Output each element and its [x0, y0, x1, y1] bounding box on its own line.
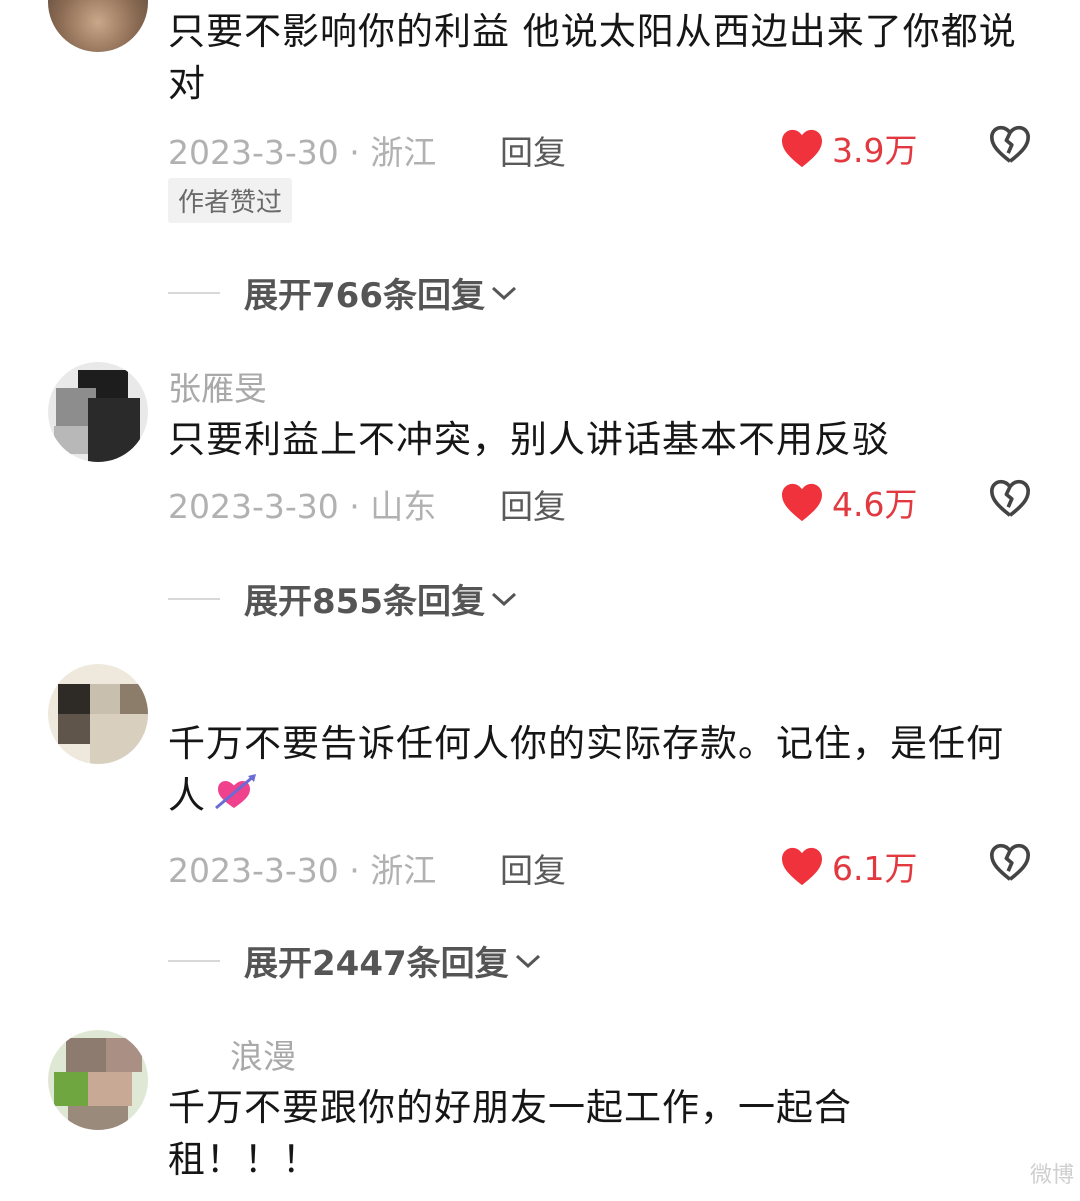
comment-text: 只要不影响你的利益 他说太阳从西边出来了你都说对	[168, 10, 1017, 105]
chevron-down-icon	[491, 592, 516, 606]
expand-replies-button[interactable]: 展开766条回复	[168, 268, 519, 317]
comment-meta: 2023-3-30 · 山东	[168, 487, 437, 526]
reply-button[interactable]: 回复	[500, 126, 566, 174]
heart-icon	[782, 129, 822, 168]
like-button[interactable]: 4.6万	[780, 478, 917, 526]
heart-with-arrow-emoji	[212, 772, 258, 812]
divider-line	[168, 597, 220, 600]
comment-list: 只要不影响你的利益 他说太阳从西边出来了你都说对 2023-3-30 · 浙江 …	[0, 0, 1080, 1201]
comment-text-body: 千万不要告诉任何人你的实际存款。记住，是任何人	[168, 722, 1004, 817]
heart-icon	[782, 483, 822, 522]
heart-icon	[782, 847, 822, 886]
like-count: 4.6万	[832, 485, 918, 524]
username[interactable]: 浪漫	[230, 1030, 296, 1078]
dislike-button[interactable]	[988, 124, 1032, 168]
comment-meta: 2023-3-30 · 浙江	[168, 851, 437, 890]
watermark: 微博	[1029, 1163, 1074, 1188]
avatar[interactable]	[48, 362, 148, 462]
author-liked-badge: 作者赞过	[168, 178, 293, 223]
broken-heart-icon	[989, 479, 1030, 517]
dislike-button[interactable]	[988, 842, 1032, 886]
comment-text: 千万不要跟你的好朋友一起工作，一起合租！！！	[168, 1086, 852, 1181]
divider-line	[168, 291, 220, 294]
like-count: 6.1万	[832, 849, 918, 888]
expand-replies-button[interactable]: 展开855条回复	[168, 574, 519, 623]
divider-line	[168, 959, 220, 962]
chevron-down-icon	[515, 954, 540, 968]
reply-button[interactable]: 回复	[500, 844, 566, 892]
like-count: 3.9万	[832, 131, 918, 170]
comment-meta: 2023-3-30 · 浙江	[168, 133, 437, 172]
like-button[interactable]: 3.9万	[780, 124, 917, 172]
like-button[interactable]: 6.1万	[780, 842, 917, 890]
username[interactable]: 张雁旻	[168, 362, 267, 410]
expand-replies-button[interactable]: 展开2447条回复	[168, 936, 543, 985]
avatar[interactable]	[48, 1030, 148, 1130]
comment-text: 只要利益上不冲突，别人讲话基本不用反驳	[168, 418, 890, 461]
broken-heart-icon	[989, 843, 1030, 881]
expand-label: 展开766条回复	[244, 276, 485, 316]
expand-label: 展开2447条回复	[244, 944, 509, 984]
chevron-down-icon	[491, 286, 516, 300]
broken-heart-icon	[989, 125, 1030, 163]
expand-label: 展开855条回复	[244, 582, 485, 622]
reply-button[interactable]: 回复	[500, 480, 566, 528]
avatar[interactable]	[48, 0, 148, 52]
comment-text: 千万不要告诉任何人你的实际存款。记住，是任何人	[168, 718, 1028, 822]
avatar[interactable]	[48, 664, 148, 764]
dislike-button[interactable]	[988, 478, 1032, 522]
